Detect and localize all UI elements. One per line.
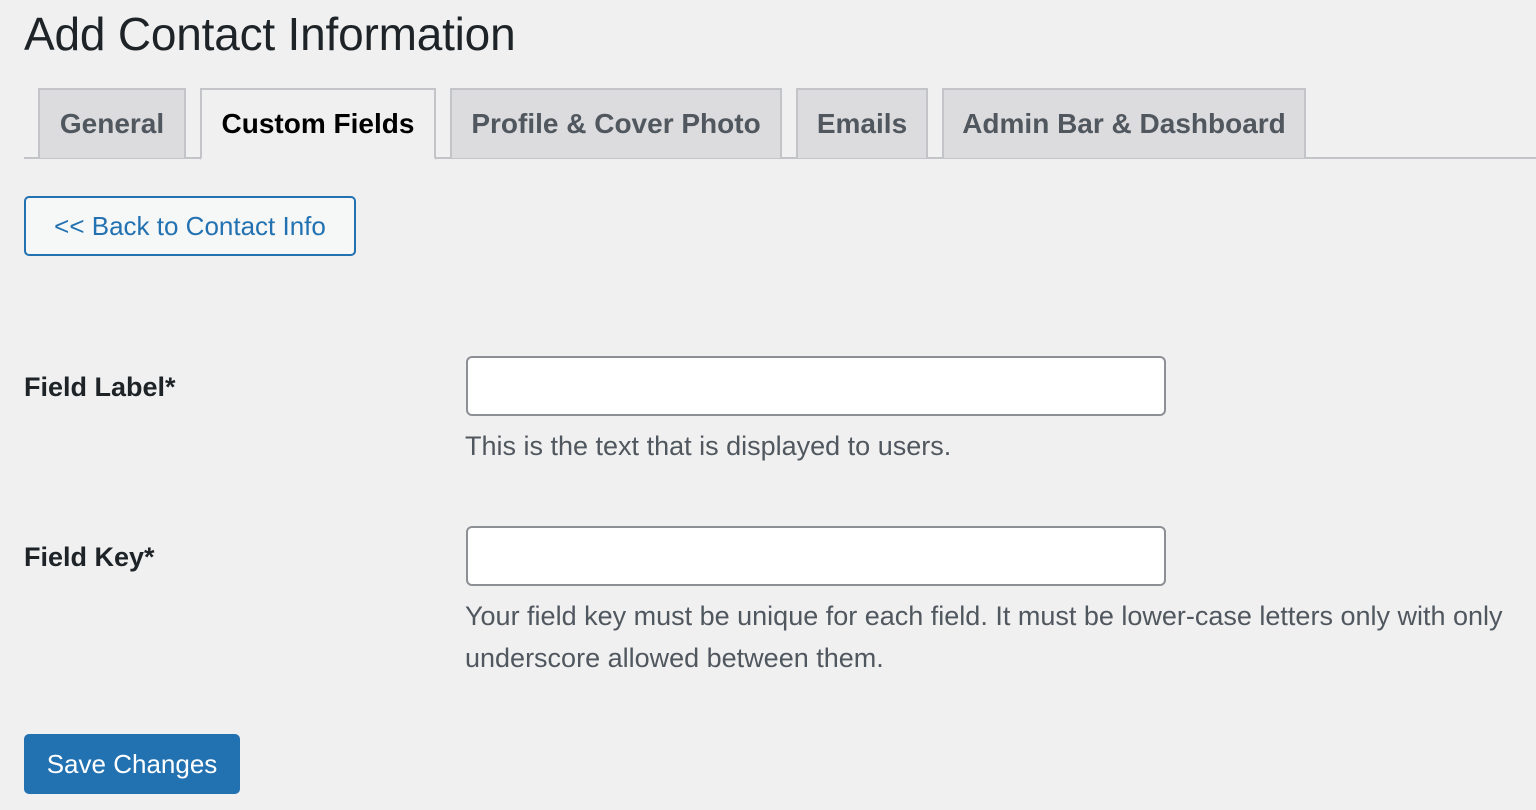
field-key-description: Your field key must be unique for each f… xyxy=(465,601,1503,673)
field-key-label: Field Key* xyxy=(24,542,155,572)
tab-general[interactable]: General xyxy=(38,88,186,158)
field-key-input[interactable] xyxy=(466,526,1166,586)
tab-emails[interactable]: Emails xyxy=(796,88,928,158)
field-label-description: This is the text that is displayed to us… xyxy=(465,431,952,461)
tab-custom-fields[interactable]: Custom Fields xyxy=(200,88,436,160)
tab-admin-bar-dashboard[interactable]: Admin Bar & Dashboard xyxy=(942,88,1306,158)
back-to-contact-info-button[interactable]: << Back to Contact Info xyxy=(24,196,356,256)
field-label-input[interactable] xyxy=(466,356,1166,416)
save-changes-button[interactable]: Save Changes xyxy=(24,734,240,794)
tab-profile-cover-photo[interactable]: Profile & Cover Photo xyxy=(450,88,782,158)
page-title: Add Contact Information xyxy=(24,8,516,60)
settings-tabs: General Custom Fields Profile & Cover Ph… xyxy=(24,88,1536,160)
field-label-label: Field Label* xyxy=(24,372,176,402)
